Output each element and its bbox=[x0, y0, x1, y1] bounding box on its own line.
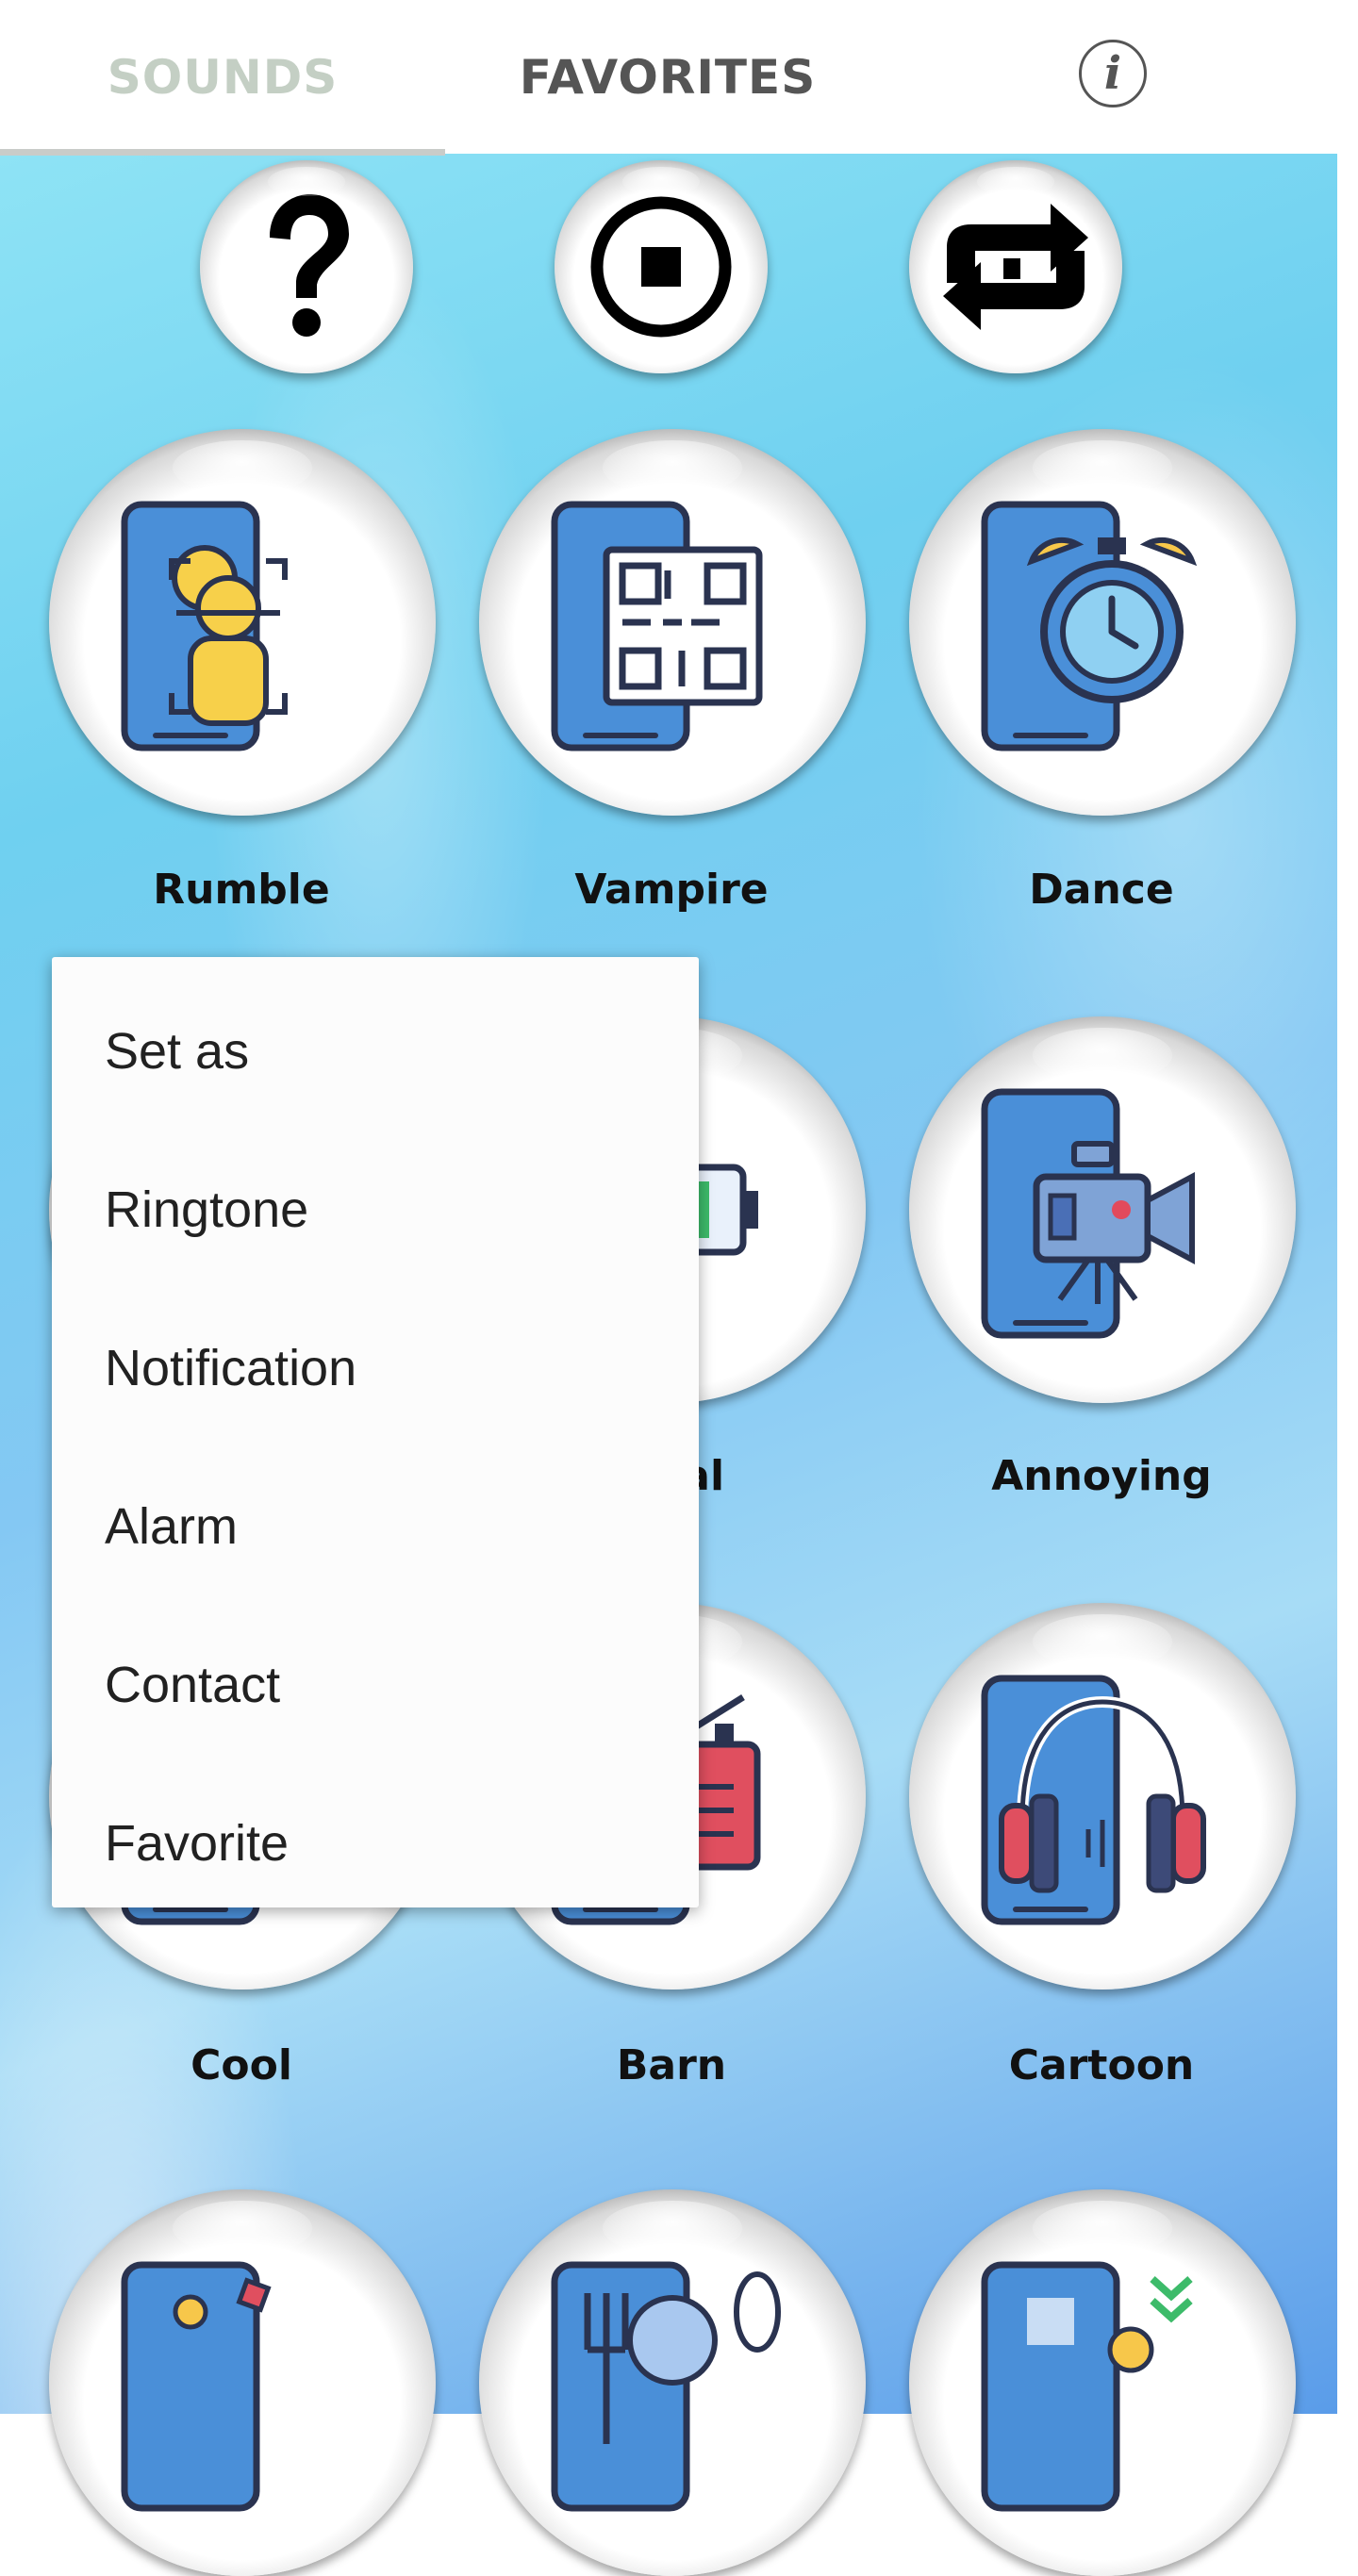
sound-button-rumble[interactable] bbox=[49, 429, 436, 816]
screen-edge bbox=[1337, 0, 1358, 2414]
repeat-icon bbox=[943, 204, 1088, 330]
phone-headphones-icon bbox=[981, 1675, 1206, 1925]
sound-button[interactable] bbox=[49, 2189, 436, 2576]
menu-item-notification[interactable]: Notification bbox=[105, 1289, 356, 1447]
sound-button-dance[interactable] bbox=[909, 429, 1296, 816]
menu-item-favorite[interactable]: Favorite bbox=[105, 1764, 289, 1923]
stop-button[interactable] bbox=[555, 160, 768, 373]
menu-item-alarm[interactable]: Alarm bbox=[105, 1447, 238, 1606]
sound-button[interactable] bbox=[909, 2189, 1296, 2576]
tab-sounds[interactable]: SOUNDS bbox=[0, 0, 445, 154]
set-as-popup-menu: Set as Ringtone Notification Alarm Conta… bbox=[52, 957, 699, 1907]
sound-label: Cartoon bbox=[1008, 2041, 1195, 2089]
menu-item-ringtone[interactable]: Ringtone bbox=[105, 1131, 308, 1289]
phone-video-camera-icon bbox=[981, 1088, 1195, 1339]
phone-game-icon bbox=[121, 2261, 272, 2512]
sound-button-annoying[interactable] bbox=[909, 1016, 1296, 1403]
help-button[interactable] bbox=[200, 160, 413, 373]
phone-food-icon bbox=[551, 2261, 781, 2512]
tab-bar: SOUNDS FAVORITES i bbox=[0, 0, 1337, 156]
tab-favorites[interactable]: FAVORITES bbox=[445, 0, 890, 154]
sound-label: Rumble bbox=[153, 866, 330, 914]
question-mark-icon bbox=[270, 194, 349, 337]
menu-item-contact[interactable]: Contact bbox=[105, 1606, 280, 1764]
sound-label: Annoying bbox=[991, 1452, 1212, 1500]
stop-icon bbox=[590, 196, 732, 338]
phone-qr-code-icon bbox=[551, 501, 763, 751]
info-icon[interactable]: i bbox=[1079, 40, 1147, 107]
sound-button-cartoon[interactable] bbox=[909, 1603, 1296, 1990]
phone-face-scan-icon bbox=[121, 501, 288, 751]
phone-payment-icon bbox=[981, 2261, 1193, 2512]
sound-label: Barn bbox=[616, 2041, 727, 2089]
sound-label: Dance bbox=[1029, 866, 1174, 914]
tab-indicator bbox=[0, 149, 445, 156]
sound-label: Cool bbox=[190, 2041, 292, 2089]
menu-title-set-as: Set as bbox=[105, 1023, 250, 1080]
phone-alarm-clock-icon bbox=[981, 501, 1198, 751]
sound-button[interactable] bbox=[479, 2189, 866, 2576]
repeat-button[interactable] bbox=[909, 160, 1122, 373]
sound-button-vampire[interactable] bbox=[479, 429, 866, 816]
sound-label: Vampire bbox=[574, 866, 769, 914]
